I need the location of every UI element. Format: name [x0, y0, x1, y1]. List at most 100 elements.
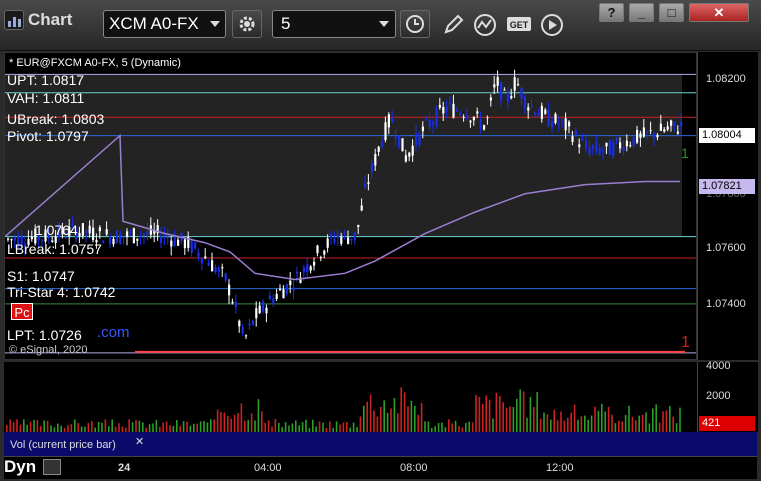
- volume-bar: [111, 419, 113, 432]
- candle-body: [537, 113, 540, 116]
- volume-bar: [23, 419, 25, 432]
- candle-body: [367, 182, 370, 184]
- time-axis[interactable]: 24 04:00 08:00 12:00: [4, 456, 757, 479]
- draw-tool-button[interactable]: [440, 12, 466, 38]
- interval-input[interactable]: 5: [272, 10, 396, 38]
- app-title: Chart: [4, 10, 72, 30]
- volume-bar: [33, 419, 35, 432]
- marker-right-bottom: 1: [681, 334, 690, 351]
- candle-body: [214, 267, 217, 273]
- volume-bar: [516, 398, 518, 432]
- volume-axis[interactable]: 4000 2000 0 421: [697, 360, 758, 433]
- volume-close-icon[interactable]: ✕: [135, 435, 144, 449]
- get-data-button[interactable]: GET: [506, 12, 532, 38]
- candle-body: [194, 242, 197, 249]
- candle-body: [350, 238, 353, 241]
- volume-bar: [403, 392, 406, 432]
- volume-bar: [638, 415, 640, 432]
- candle-body: [285, 284, 288, 294]
- help-button[interactable]: ?: [599, 3, 624, 22]
- volume-bar: [267, 420, 270, 432]
- candle-body: [248, 323, 251, 326]
- candle-body: [340, 236, 343, 244]
- volume-bar: [465, 422, 467, 432]
- lock-icon[interactable]: [43, 459, 61, 475]
- price-axis[interactable]: 1.08200 1.07800 1.07600 1.07400 1.08004 …: [697, 52, 758, 360]
- volume-bar: [162, 422, 164, 432]
- volume-bar: [502, 402, 504, 432]
- svg-text:GET: GET: [510, 20, 529, 30]
- candle-body: [272, 298, 275, 305]
- volume-bar: [594, 406, 596, 432]
- play-button[interactable]: [539, 12, 565, 38]
- candle-body: [421, 126, 424, 132]
- volume-bar: [203, 421, 205, 432]
- volume-bar: [26, 424, 28, 432]
- volume-bar: [529, 397, 532, 432]
- volume-bar: [556, 420, 559, 432]
- price-chart[interactable]: * EUR@FXCM A0-FX, 5 (Dynamic) UPT: 1.081…: [4, 52, 697, 360]
- volume-bar: [505, 407, 508, 432]
- candle-body: [190, 240, 193, 253]
- volume-bar: [519, 389, 521, 432]
- candle-body: [309, 266, 312, 271]
- settings-gear-icon: [239, 16, 255, 32]
- volume-bar: [305, 419, 307, 432]
- volume-bar: [614, 423, 617, 432]
- volume-bar: [342, 422, 345, 432]
- studies-button[interactable]: [472, 12, 498, 38]
- interval-dropdown-icon[interactable]: [379, 21, 389, 27]
- candle-body: [425, 117, 428, 120]
- price-chart-canvas[interactable]: [5, 53, 696, 359]
- candle-body: [503, 89, 506, 91]
- candle-body: [7, 238, 10, 240]
- volume-bar: [376, 416, 379, 432]
- volume-bar: [448, 419, 450, 432]
- volume-bar: [601, 403, 603, 432]
- candle-body: [204, 256, 207, 259]
- settings-button[interactable]: [232, 10, 262, 38]
- volume-bar: [254, 420, 256, 432]
- volume-bar: [607, 406, 610, 432]
- volume-bar: [230, 418, 232, 432]
- candle-body: [102, 240, 105, 244]
- candle-body: [119, 234, 122, 244]
- candle-body: [578, 144, 581, 148]
- candle-body: [653, 132, 656, 139]
- close-button[interactable]: ✕: [689, 3, 749, 22]
- volume-bar: [482, 404, 484, 432]
- volume-chart-canvas[interactable]: [4, 362, 697, 432]
- volume-bar: [604, 411, 606, 432]
- level-label-ubreak: UBreak: 1.0803: [7, 111, 105, 127]
- candle-body: [302, 267, 305, 273]
- volume-bar: [587, 419, 589, 432]
- volume-bar: [148, 424, 151, 432]
- candle-body: [238, 320, 241, 327]
- candle-body: [520, 87, 523, 99]
- symbol-dropdown-icon[interactable]: [210, 21, 220, 27]
- candle-body: [197, 252, 200, 257]
- candle-body: [160, 236, 163, 243]
- interval-value: 5: [281, 14, 291, 33]
- volume-bar: [274, 418, 277, 432]
- time-button[interactable]: [400, 10, 430, 38]
- minimize-button[interactable]: _: [629, 3, 654, 22]
- candle-body: [534, 112, 537, 116]
- symbol-input[interactable]: XCM A0-FX: [103, 10, 226, 38]
- dynamic-mode-label[interactable]: Dyn: [4, 457, 36, 477]
- candle-body: [540, 105, 543, 120]
- volume-bar: [77, 423, 79, 432]
- candle-body: [595, 141, 598, 152]
- candle-body: [493, 84, 496, 88]
- candle-body: [384, 122, 387, 141]
- candle-body: [129, 231, 132, 233]
- volume-bar: [97, 421, 100, 432]
- session-shade: [5, 74, 682, 237]
- volume-bar: [536, 392, 538, 432]
- maximize-button[interactable]: □: [659, 3, 684, 22]
- candle-body: [183, 239, 186, 249]
- candle-body: [105, 229, 108, 235]
- pc-badge[interactable]: Pc: [11, 303, 33, 320]
- volume-chart[interactable]: [4, 362, 697, 432]
- volume-bar: [264, 422, 266, 432]
